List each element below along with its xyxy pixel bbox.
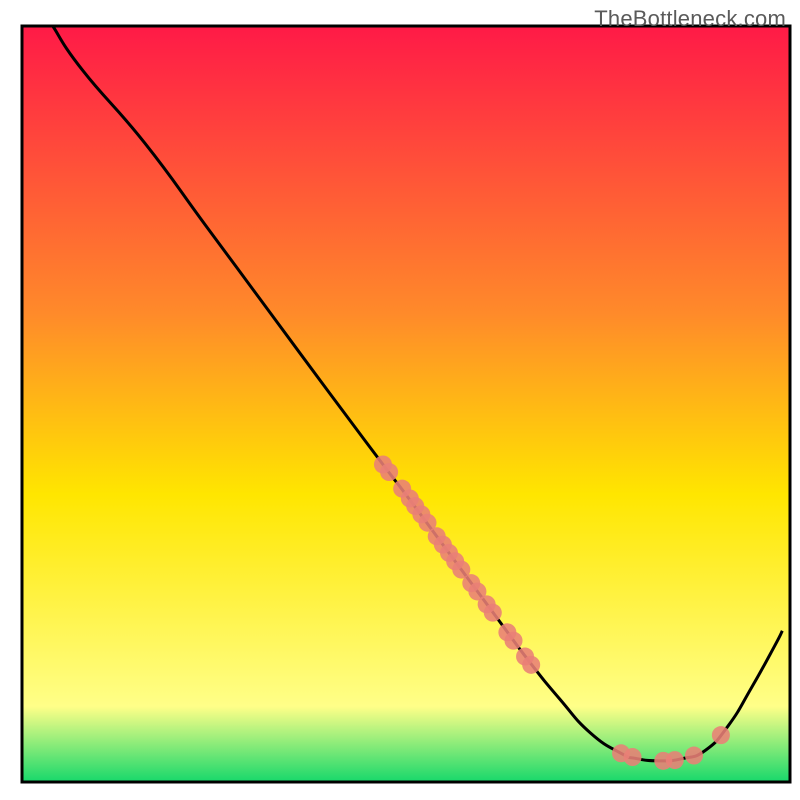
highlight-point: [484, 604, 502, 622]
highlight-point: [505, 632, 523, 650]
highlight-point: [380, 463, 398, 481]
chart-container: TheBottleneck.com: [0, 0, 800, 800]
highlight-point: [685, 747, 703, 765]
plot-gradient-background: [22, 26, 790, 782]
highlight-point: [712, 726, 730, 744]
highlight-point: [624, 748, 642, 766]
bottleneck-chart: [0, 0, 800, 800]
highlight-point: [666, 751, 684, 769]
highlight-point: [522, 656, 540, 674]
attribution-label: TheBottleneck.com: [594, 6, 786, 32]
